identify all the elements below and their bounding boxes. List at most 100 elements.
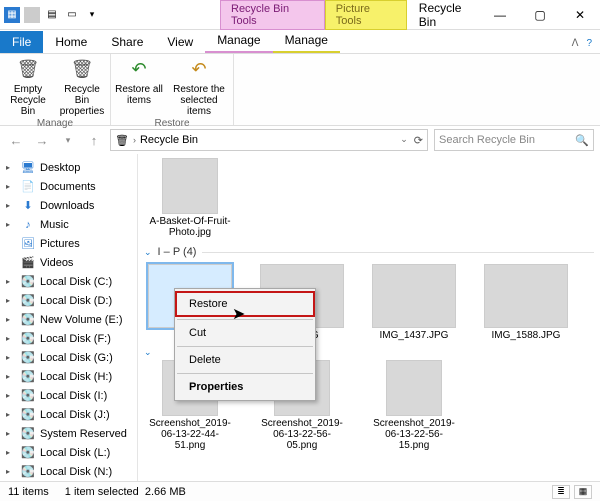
sidebar-label: Music [40,219,69,231]
context-menu-separator [177,373,313,374]
expand-icon[interactable]: ▸ [6,353,16,362]
refresh-icon[interactable]: ⟳ [414,134,423,147]
search-box[interactable]: Search Recycle Bin 🔍 [434,129,594,151]
sidebar-item-disk-c[interactable]: ▸💽Local Disk (C:) [0,272,137,291]
ribbon-expand[interactable]: ᐱ? [564,34,600,53]
ribbon-group-restore: ↶ Restore all items ↶ Restore the select… [111,54,234,125]
address-bar[interactable]: 🗑 › Recycle Bin ⌄ ⟳ [110,129,428,151]
sidebar-label: Local Disk (N:) [40,466,112,478]
thumbnail-icon [386,360,442,416]
thumbnail-icon [484,264,568,328]
sidebar-item-music[interactable]: ▸ ♪ Music [0,215,137,234]
qat-icon-1[interactable]: ▦ [4,7,20,23]
expand-icon[interactable]: ▸ [6,277,16,286]
file-list-pane[interactable]: A-Basket-Of-Fruit-Photo.jpg ⌄ I – P (4) … [138,154,600,481]
desktop-icon: 🖥 [20,161,36,175]
navigation-pane[interactable]: ▸🖥Desktop ▸📄Documents ▸⬇Downloads ▸♪Musi… [0,154,138,481]
sidebar-item-disk-d[interactable]: ▸💽Local Disk (D:) [0,291,137,310]
minimize-button[interactable]: — [480,0,520,30]
expand-icon[interactable]: ▸ [6,182,16,191]
sidebar-item-disk-h[interactable]: ▸💽Local Disk (H:) [0,367,137,386]
expand-icon[interactable]: ▸ [6,201,16,210]
sidebar-item-disk-i[interactable]: ▸💽Local Disk (I:) [0,386,137,405]
sidebar-item-disk-n[interactable]: ▸ 💽 Local Disk (N:) [0,462,137,481]
recycle-bin-properties-button[interactable]: 🗑 Recycle Bin properties [58,56,106,117]
expand-icon[interactable]: ▸ [6,220,16,229]
maximize-button[interactable]: ▢ [520,0,560,30]
sidebar-item-system-reserved[interactable]: ▸💽System Reserved [0,424,137,443]
file-name-label: Screenshot_2019-06-13-22-44-51.png [146,418,234,451]
disk-icon: 💽 [20,408,36,422]
expand-icon[interactable]: ▸ [6,448,16,457]
context-tab-recycle-bin-tools[interactable]: Recycle Bin Tools [220,0,325,30]
disk-icon: 💽 [20,351,36,365]
sidebar-item-desktop[interactable]: ▸🖥Desktop [0,158,137,177]
help-icon[interactable]: ? [586,38,592,49]
sidebar-label: Local Disk (J:) [40,409,110,421]
view-thumbnails-button[interactable]: ▦ [574,485,592,499]
context-menu-restore[interactable]: Restore [175,291,315,317]
file-item-1588[interactable]: IMG_1588.JPG [482,264,570,341]
tab-file[interactable]: File [0,31,43,53]
sidebar-item-pictures[interactable]: 🖼Pictures [0,234,137,253]
expand-icon[interactable]: ▸ [6,296,16,305]
restore-selected-button[interactable]: ↶ Restore the selected items [169,56,229,117]
nav-forward-button[interactable]: → [32,130,52,150]
expand-icon[interactable]: ▸ [6,163,16,172]
file-item-fruit[interactable]: A-Basket-Of-Fruit-Photo.jpg [146,158,234,238]
context-menu-properties[interactable]: Properties [175,376,315,398]
expand-icon[interactable]: ▸ [6,315,16,324]
address-bar-row: ← → ▾ ↑ 🗑 › Recycle Bin ⌄ ⟳ Search Recyc… [0,126,600,154]
tab-share[interactable]: Share [99,31,155,53]
close-button[interactable]: ✕ [560,0,600,30]
expand-icon[interactable]: ▸ [6,391,16,400]
sidebar-item-disk-j[interactable]: ▸ 💽 Local Disk (J:) [0,405,137,424]
qat-properties-icon[interactable]: ▤ [44,7,60,23]
address-dropdown-icon[interactable]: ⌄ [400,134,408,147]
status-bar: 11 items 1 item selected 2.66 MB ≣ ▦ [0,481,600,501]
chevron-down-icon: ⌄ [144,247,152,258]
sidebar-item-downloads[interactable]: ▸⬇Downloads [0,196,137,215]
nav-up-button[interactable]: ↑ [84,130,104,150]
expand-icon[interactable]: ▸ [6,372,16,381]
sidebar-label: New Volume (E:) [40,314,123,326]
view-details-button[interactable]: ≣ [552,485,570,499]
file-name-label: A-Basket-Of-Fruit-Photo.jpg [146,216,234,238]
tab-home[interactable]: Home [43,31,99,53]
sidebar-item-videos[interactable]: 🎬Videos [0,253,137,272]
title-bar: ▦ ▤ ▭ ▾ Recycle Bin Tools Picture Tools … [0,0,600,30]
nav-recent-button[interactable]: ▾ [58,130,78,150]
nav-back-button[interactable]: ← [6,130,26,150]
sidebar-item-documents[interactable]: ▸📄Documents [0,177,137,196]
chevron-down-icon: ⌄ [144,347,152,358]
qat-customize-icon[interactable]: ▾ [84,7,100,23]
sidebar-label: Local Disk (H:) [40,371,112,383]
tab-manage-picture[interactable]: Manage [273,29,340,53]
context-tab-picture-tools[interactable]: Picture Tools [325,0,407,30]
sidebar-item-disk-e[interactable]: ▸💽New Volume (E:) [0,310,137,329]
disk-icon: 💽 [20,427,36,441]
file-name-label: IMG_1588.JPG [492,330,561,341]
ribbon: 🗑 Empty Recycle Bin 🗑 Recycle Bin proper… [0,54,600,126]
chevron-right-icon: › [133,135,136,145]
expand-icon[interactable]: ▸ [6,467,16,476]
file-item-1437[interactable]: IMG_1437.JPG [370,264,458,341]
tab-view[interactable]: View [155,31,205,53]
qat-new-folder-icon[interactable]: ▭ [64,7,80,23]
tab-manage-recycle[interactable]: Manage [205,29,272,53]
restore-all-button[interactable]: ↶ Restore all items [115,56,163,117]
context-menu-cut[interactable]: Cut [175,322,315,344]
expand-icon[interactable]: ▸ [6,429,16,438]
music-icon: ♪ [20,218,36,232]
group-header-ip[interactable]: ⌄ I – P (4) [138,242,600,260]
file-item-screenshot-3[interactable]: Screenshot_2019-06-13-22-56-15.png [370,360,458,451]
context-menu-delete[interactable]: Delete [175,349,315,371]
expand-icon[interactable]: ▸ [6,334,16,343]
empty-recycle-bin-button[interactable]: 🗑 Empty Recycle Bin [4,56,52,117]
sidebar-item-disk-l[interactable]: ▸💽Local Disk (L:) [0,443,137,462]
window-controls: — ▢ ✕ [480,0,600,30]
sidebar-item-disk-g[interactable]: ▸💽Local Disk (G:) [0,348,137,367]
expand-icon[interactable]: ▸ [6,410,16,419]
disk-icon: 💽 [20,465,36,479]
sidebar-item-disk-f[interactable]: ▸💽Local Disk (F:) [0,329,137,348]
